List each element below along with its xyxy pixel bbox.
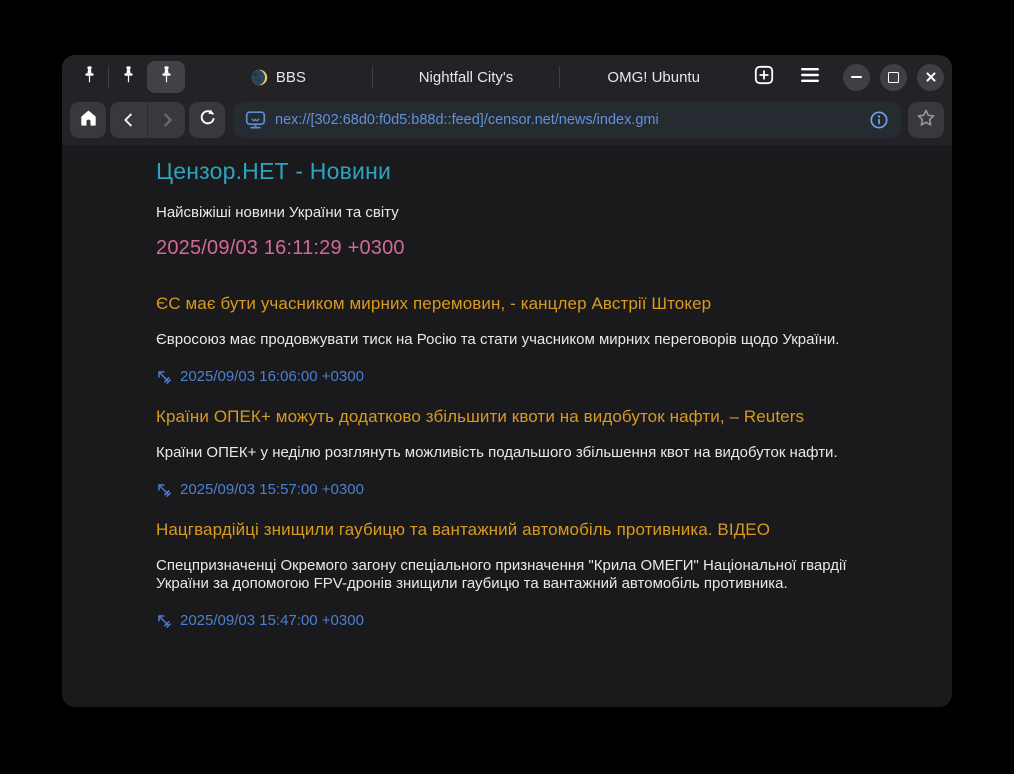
article: Нацгвардійці знищили гаубицю та вантажни… — [156, 520, 916, 630]
page-content: Цензор.НЕТ - Новини Найсвіжіші новини Ук… — [62, 145, 952, 707]
pinned-tab-3-active[interactable] — [147, 61, 185, 93]
reload-button[interactable] — [189, 102, 225, 138]
bookmark-button[interactable] — [908, 102, 944, 138]
article-heading: ЄС має бути учасником мирних перемовин, … — [156, 294, 916, 314]
article-link-label: 2025/09/03 15:47:00 +0300 — [180, 612, 364, 629]
article: ЄС має бути учасником мирних перемовин, … — [156, 294, 916, 385]
tab-label: Nightfall City's — [419, 69, 514, 86]
feed-entry-pen-icon — [156, 369, 171, 384]
feed-timestamp-heading: 2025/09/03 16:11:29 +0300 — [156, 237, 916, 260]
back-icon — [120, 111, 138, 129]
url-bar[interactable]: nex://[302:68d0:f0d5:b88d::feed]/censor.… — [233, 102, 901, 138]
history-nav-group — [110, 102, 185, 138]
new-tab-button[interactable] — [747, 61, 781, 93]
pinned-tab-2[interactable] — [109, 61, 147, 93]
article-link[interactable]: 2025/09/03 15:57:00 +0300 — [156, 481, 364, 498]
new-tab-icon — [754, 65, 774, 90]
crescent-moon-icon — [251, 69, 268, 86]
menu-button[interactable] — [793, 61, 827, 93]
tab-label: OMG! Ubuntu — [607, 69, 700, 86]
feed-entry-pen-icon — [156, 613, 171, 628]
pin-icon — [160, 66, 173, 89]
maximize-icon — [888, 72, 899, 83]
home-button[interactable] — [70, 102, 106, 138]
reload-icon — [198, 108, 217, 132]
article-heading: Нацгвардійці знищили гаубицю та вантажни… — [156, 520, 916, 540]
url-text[interactable]: nex://[302:68d0:f0d5:b88d::feed]/censor.… — [275, 112, 860, 128]
page-title: Цензор.НЕТ - Новини — [156, 158, 916, 185]
forward-icon — [158, 111, 176, 129]
tab-nightfall-citys[interactable]: Nightfall City's — [373, 58, 560, 96]
tab-omg-ubuntu[interactable]: OMG! Ubuntu — [560, 58, 747, 96]
article-heading: Країни ОПЕК+ можуть додатково збільшити … — [156, 407, 916, 427]
tab-bbs[interactable]: BBS — [185, 58, 372, 96]
hamburger-icon — [800, 67, 820, 88]
maximize-button[interactable] — [880, 64, 907, 91]
minimize-button[interactable] — [843, 64, 870, 91]
minimize-icon — [851, 76, 862, 78]
article-link-label: 2025/09/03 15:57:00 +0300 — [180, 481, 364, 498]
tab-label: BBS — [276, 69, 306, 86]
navigation-bar: nex://[302:68d0:f0d5:b88d::feed]/censor.… — [62, 99, 952, 145]
feed-entry-pen-icon — [156, 482, 171, 497]
article-link[interactable]: 2025/09/03 15:47:00 +0300 — [156, 612, 364, 629]
tab-bar: BBS Nightfall City's OMG! Ubuntu — [62, 55, 952, 99]
pin-icon — [83, 66, 96, 89]
article: Країни ОПЕК+ можуть додатково збільшити … — [156, 407, 916, 498]
back-button[interactable] — [110, 102, 147, 138]
article-body: Євросоюз має продовжувати тиск на Росію … — [156, 331, 856, 350]
browser-window: BBS Nightfall City's OMG! Ubuntu — [62, 55, 952, 707]
home-icon — [79, 109, 98, 132]
page-subtitle: Найсвіжіші новини України та світу — [156, 204, 916, 221]
article-link-label: 2025/09/03 16:06:00 +0300 — [180, 368, 364, 385]
desktop-background: BBS Nightfall City's OMG! Ubuntu — [0, 0, 1014, 774]
article-body: Спецпризначенці Окремого загону спеціаль… — [156, 557, 856, 595]
close-icon — [925, 71, 937, 83]
info-icon[interactable] — [869, 110, 889, 130]
pinned-tab-1[interactable] — [70, 61, 108, 93]
close-button[interactable] — [917, 64, 944, 91]
article-link[interactable]: 2025/09/03 16:06:00 +0300 — [156, 368, 364, 385]
forward-button[interactable] — [148, 102, 185, 138]
pin-icon — [122, 66, 135, 89]
terminal-icon — [245, 111, 266, 130]
article-body: Країни ОПЕК+ у неділю розглянуть можливі… — [156, 444, 856, 463]
star-icon — [916, 108, 936, 133]
